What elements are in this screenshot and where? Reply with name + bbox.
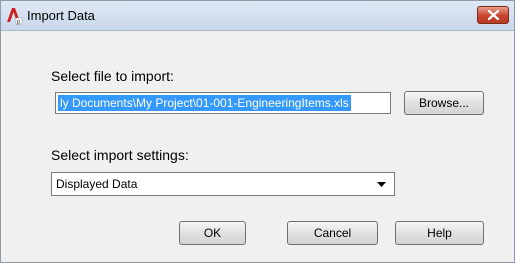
browse-button[interactable]: Browse... — [404, 91, 484, 115]
import-settings-value: Displayed Data — [56, 177, 138, 191]
import-data-dialog: p Import Data Select file to import: ly … — [0, 0, 515, 263]
window-title: Import Data — [27, 8, 95, 23]
title-bar[interactable]: p Import Data — [1, 1, 514, 31]
close-button[interactable] — [477, 6, 509, 24]
autocad-app-icon: p — [5, 5, 23, 26]
settings-label: Select import settings: — [51, 147, 189, 163]
cancel-button[interactable]: Cancel — [287, 221, 378, 245]
ok-button[interactable]: OK — [179, 221, 246, 245]
chevron-down-icon — [377, 182, 386, 187]
file-path-input[interactable]: ly Documents\My Project\01-001-Engineeri… — [55, 92, 391, 114]
file-label: Select file to import: — [51, 68, 174, 84]
help-button[interactable]: Help — [395, 221, 484, 245]
import-settings-select[interactable]: Displayed Data — [51, 172, 395, 196]
file-path-value: ly Documents\My Project\01-001-Engineeri… — [58, 95, 351, 111]
close-icon — [488, 10, 499, 20]
